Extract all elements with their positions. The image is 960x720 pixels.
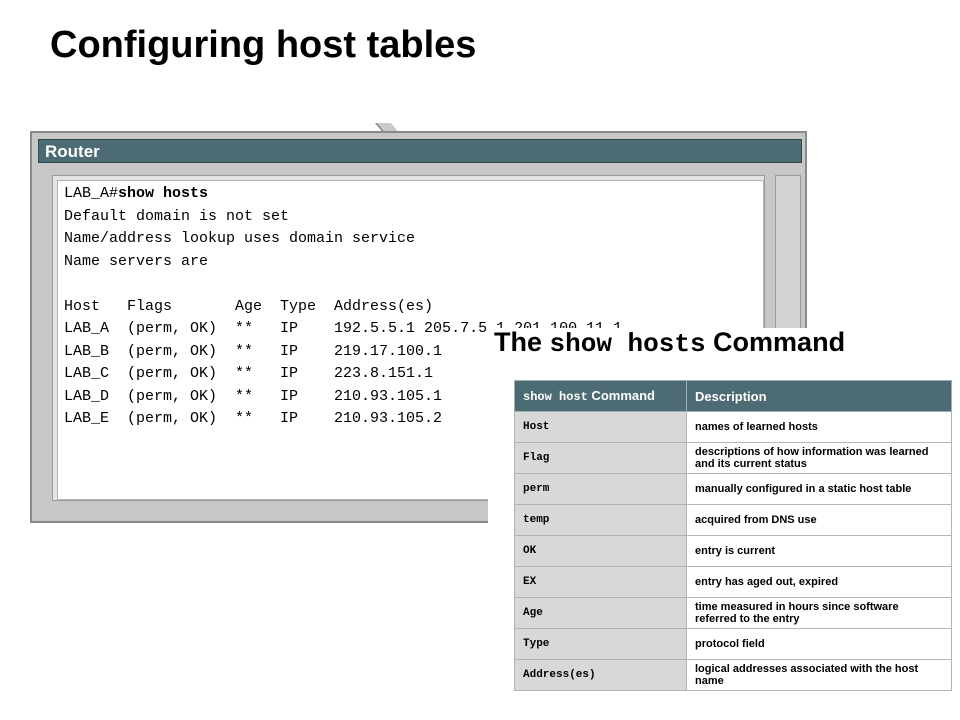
- table-cell-description: entry has aged out, expired: [686, 566, 952, 598]
- table-row: temp acquired from DNS use: [514, 504, 952, 536]
- terminal-line-host-header: Host Flags Age Type Address(es): [64, 297, 434, 315]
- table-cell-command: temp: [514, 504, 687, 536]
- table-cell-description: names of learned hosts: [686, 411, 952, 443]
- command-reference-table: show host Command Description Host names …: [514, 380, 952, 691]
- table-row: Flag descriptions of how information was …: [514, 442, 952, 474]
- table-cell-command: EX: [514, 566, 687, 598]
- table-cell-command: perm: [514, 473, 687, 505]
- table-cell-command: Host: [514, 411, 687, 443]
- router-title: Router: [45, 142, 100, 161]
- table-cell-command: Type: [514, 628, 687, 660]
- table-cell-description: logical addresses associated with the ho…: [686, 659, 952, 691]
- table-row: perm manually configured in a static host…: [514, 473, 952, 505]
- header-command-suffix: Command: [587, 388, 655, 403]
- heading-suffix: Command: [705, 327, 846, 357]
- table-row: Age time measured in hours since software…: [514, 597, 952, 629]
- header-command-code: show host: [523, 390, 588, 404]
- table-row: OK entry is current: [514, 535, 952, 567]
- table-cell-description: time measured in hours since software re…: [686, 597, 952, 629]
- terminal-line: Name/address lookup uses domain service: [64, 230, 416, 247]
- table-cell-description: descriptions of how information was lear…: [686, 442, 952, 474]
- terminal-line: Default domain is not set: [64, 207, 290, 225]
- terminal-prompt: LAB_A#: [64, 185, 119, 202]
- terminal-line-host-entry: LAB_E (perm, OK) ** IP 210.93.105.2: [64, 410, 443, 427]
- column-header-description: Description: [686, 380, 952, 412]
- column-header-command: show host Command: [514, 380, 687, 412]
- table-header-row: show host Command Description: [514, 380, 952, 412]
- heading-prefix: The: [494, 327, 550, 357]
- terminal-line-host-entry: LAB_C (perm, OK) ** IP 223.8.151.1: [64, 365, 434, 382]
- table-cell-description: protocol field: [686, 628, 952, 660]
- table-cell-command: Address(es): [514, 659, 687, 691]
- table-cell-description: manually configured in a static host tab…: [686, 473, 952, 505]
- terminal-line-host-entry: LAB_B (perm, OK) ** IP 219.17.100.1: [64, 342, 443, 360]
- table-row: Address(es) logical addresses associated …: [514, 659, 952, 691]
- terminal-command: show hosts: [118, 185, 209, 202]
- table-cell-description: acquired from DNS use: [686, 504, 952, 536]
- command-reference-heading: The show hosts Command: [494, 327, 845, 359]
- table-cell-description: entry is current: [686, 535, 952, 567]
- router-titlebar: Router: [38, 139, 802, 163]
- table-row: EX entry has aged out, expired: [514, 566, 952, 598]
- terminal-line-host-entry: LAB_D (perm, OK) ** IP 210.93.105.1: [64, 387, 443, 405]
- table-row: Type protocol field: [514, 628, 952, 660]
- table-cell-command: OK: [514, 535, 687, 567]
- table-cell-command: Flag: [514, 442, 687, 474]
- terminal-line: Name servers are: [64, 252, 209, 270]
- table-row: Host names of learned hosts: [514, 411, 952, 443]
- terminal-line-command: LAB_A#show hosts: [64, 185, 208, 203]
- table-cell-command: Age: [514, 597, 687, 629]
- heading-command-code: show hosts: [549, 329, 706, 359]
- page-title: Configuring host tables: [50, 24, 477, 66]
